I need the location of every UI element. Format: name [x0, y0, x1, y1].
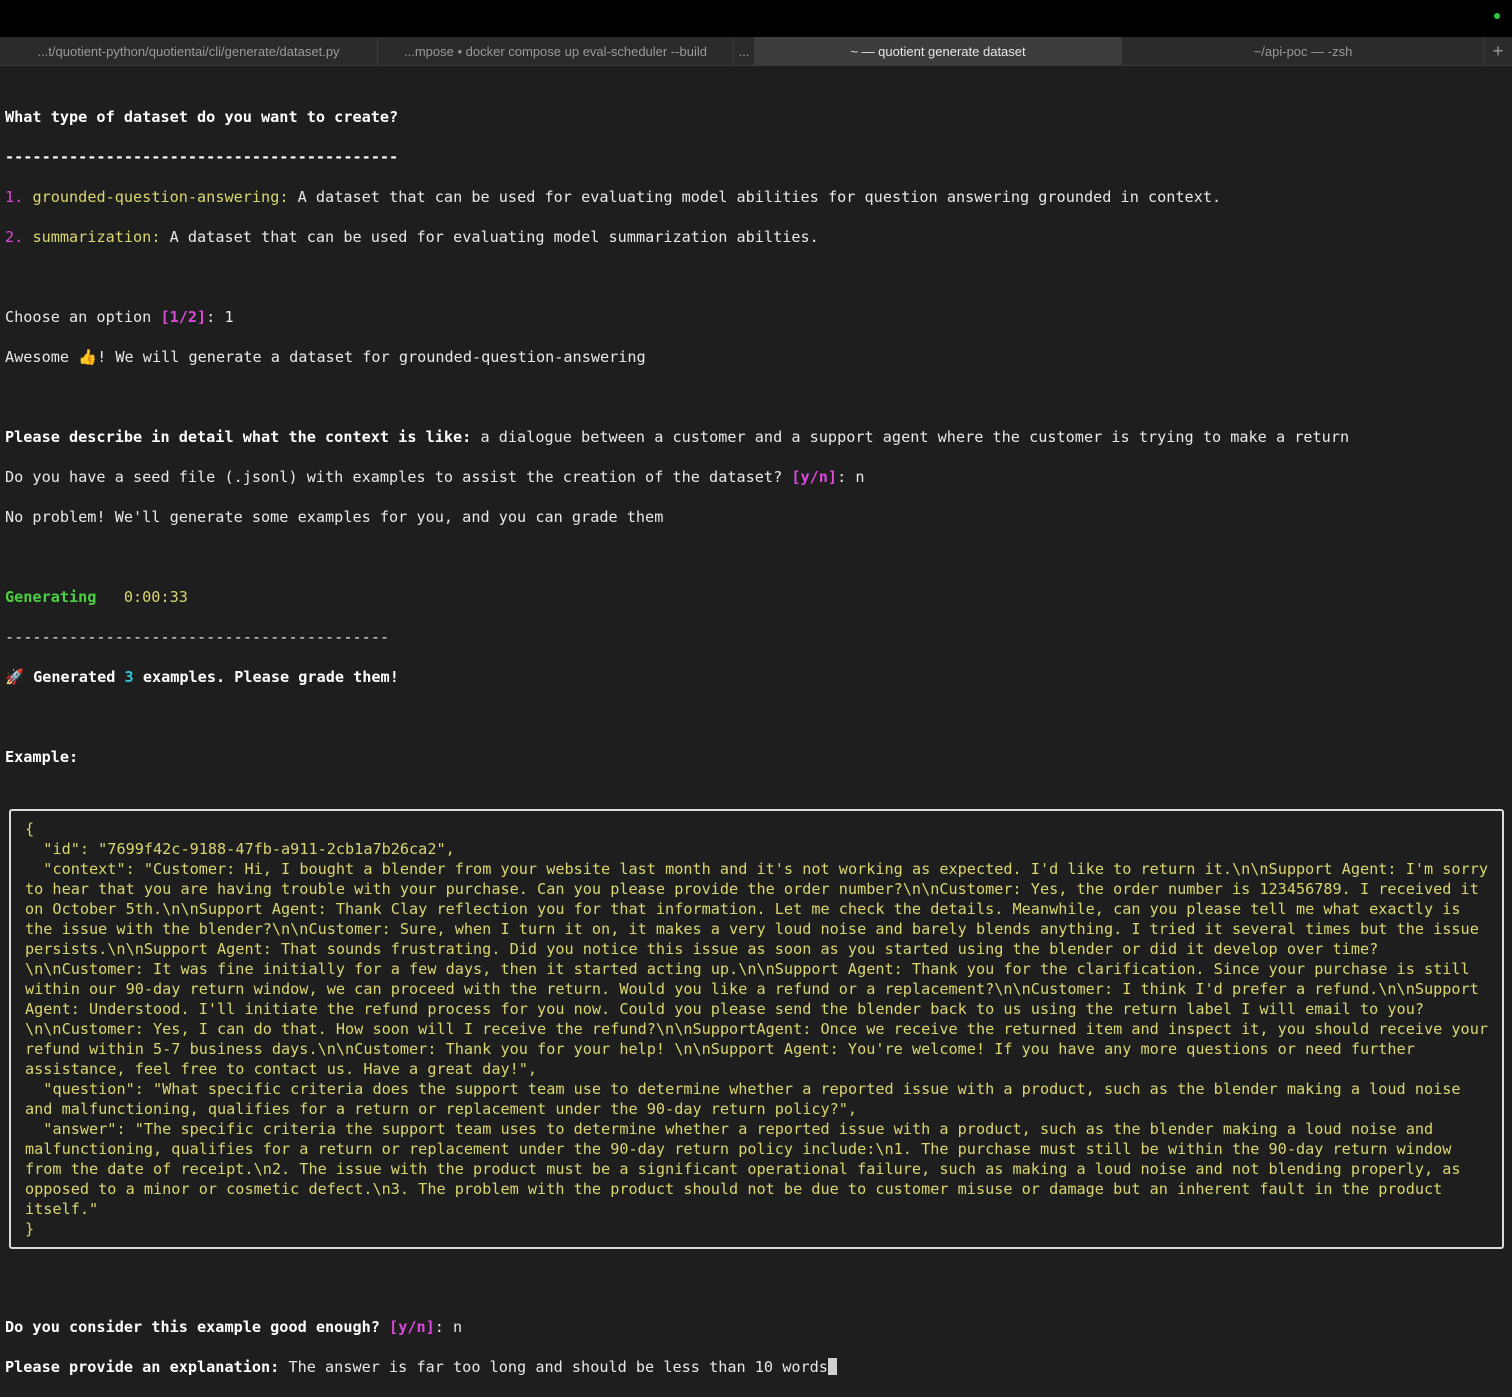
awesome-message: Awesome 👍! We will generate a dataset fo… [5, 348, 646, 366]
tab-bar: ...t/quotient-python/quotientai/cli/gene… [0, 37, 1512, 66]
prompt-answer: a dialogue between a customer and a supp… [471, 428, 1350, 446]
tab-dataset-py[interactable]: ...t/quotient-python/quotientai/cli/gene… [0, 37, 378, 65]
option-name: grounded-question-answering: [32, 188, 289, 206]
tab-label: ~/api-poc — -zsh [1253, 43, 1353, 59]
grade-prompt: Do you consider this example good enough… [5, 1318, 463, 1336]
generated-message: 🚀 Generated 3 examples. Please grade the… [5, 668, 399, 686]
explanation-prompt[interactable]: Please provide an explanation: The answe… [5, 1357, 1507, 1377]
elapsed-time: 0:00:33 [96, 588, 188, 606]
option-2: 2. summarization: A dataset that can be … [5, 227, 1507, 247]
choice-hint: [y/n] [791, 468, 838, 486]
plus-icon: + [1492, 40, 1504, 61]
tab-docker-compose[interactable]: ...mpose • docker compose up eval-schedu… [378, 37, 734, 65]
status-dot-icon [1494, 13, 1500, 19]
option-number: 1. [5, 188, 24, 206]
choice-hint: [1/2] [160, 308, 207, 326]
window-titlebar [0, 0, 1512, 37]
option-description: A dataset that can be used for evaluatin… [288, 188, 1222, 206]
generating-status: Generating 0:00:33 [5, 587, 1507, 607]
context-description-prompt: Please describe in detail what the conte… [5, 427, 1507, 447]
divider-rule: ----------------------------------------… [5, 148, 399, 166]
prompt-label: Please describe in detail what the conte… [5, 428, 472, 446]
choice-hint: [y/n] [389, 1318, 435, 1336]
tab-label: ...mpose • docker compose up eval-schedu… [404, 43, 707, 59]
ellipsis-icon: ... [738, 43, 750, 59]
terminal-output[interactable]: What type of dataset do you want to crea… [0, 66, 1512, 1397]
option-name: summarization: [32, 228, 161, 246]
prompt-label: Please provide an explanation: [5, 1358, 280, 1376]
generated-count: 3 [124, 668, 134, 686]
seed-file-prompt: Do you have a seed file (.jsonl) with ex… [5, 468, 865, 486]
option-number: 2. [5, 228, 24, 246]
explanation-input[interactable]: The answer is far too long and should be… [279, 1358, 827, 1376]
option-description: A dataset that can be used for evaluatin… [160, 228, 819, 246]
tab-api-poc[interactable]: ~/api-poc — -zsh [1122, 37, 1485, 65]
new-tab-button[interactable]: + [1485, 37, 1511, 65]
choose-option-prompt: Choose an option [1/2]: 1 [5, 308, 234, 326]
no-problem-message: No problem! We'll generate some examples… [5, 508, 664, 526]
tab-label: ...t/quotient-python/quotientai/cli/gene… [37, 43, 340, 59]
generating-label: Generating [5, 588, 97, 606]
rocket-icon: 🚀 [5, 668, 24, 686]
progress-rule: ----------------------------------------… [5, 628, 390, 646]
text-cursor [827, 1358, 837, 1375]
example-label: Example: [5, 748, 79, 766]
tab-label: ~ — quotient generate dataset [850, 43, 1026, 59]
example-json-panel: { "id": "7699f42c-9188-47fb-a911-2cb1a7b… [9, 809, 1504, 1249]
tab-quotient-generate[interactable]: ~ — quotient generate dataset [755, 37, 1122, 65]
thumbs-up-icon: 👍 [78, 348, 98, 366]
tab-overflow-more[interactable]: ... [734, 37, 755, 65]
option-1: 1. grounded-question-answering: A datase… [5, 187, 1507, 207]
dataset-type-question: What type of dataset do you want to crea… [5, 108, 399, 126]
